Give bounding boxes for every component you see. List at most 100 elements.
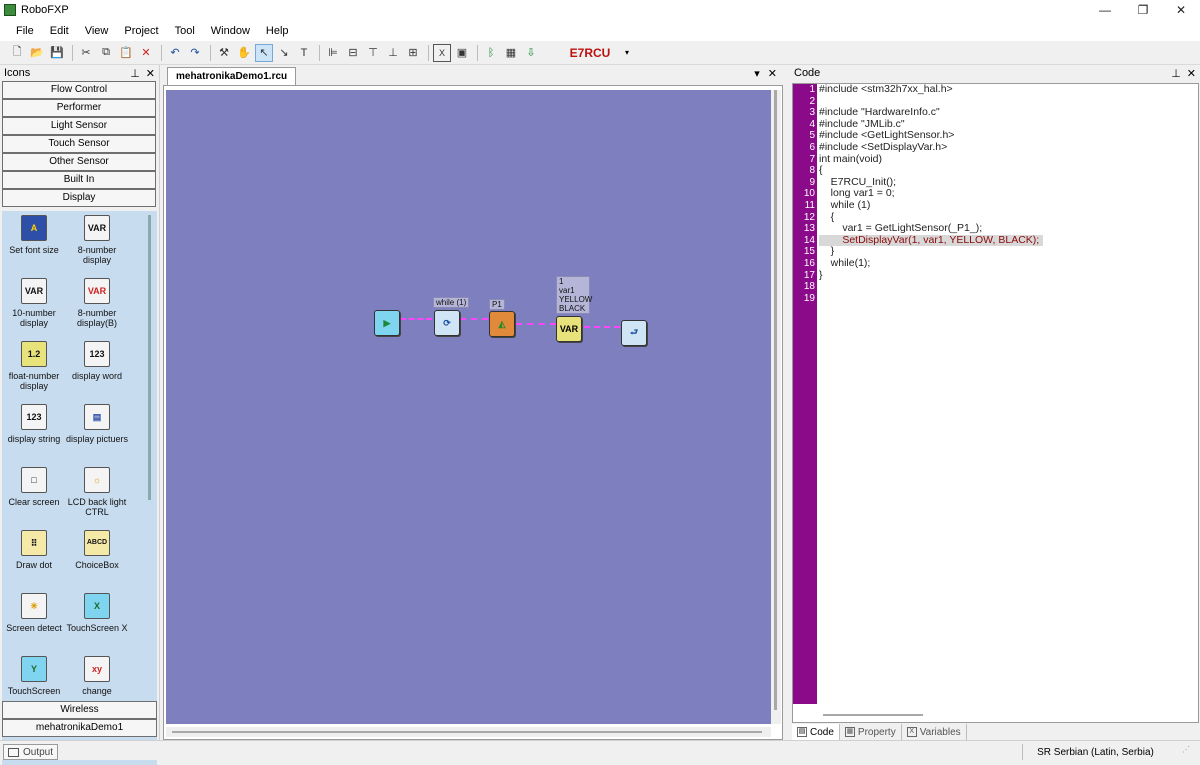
tab-mehatronikademo1[interactable]: mehatronikaDemo1.rcu (167, 67, 297, 85)
tab-list-arrow-icon[interactable]: ▾ (754, 67, 760, 80)
start-node[interactable]: ▶ (374, 310, 400, 336)
save-icon[interactable]: 💾 (48, 44, 66, 62)
touchscreen-x-icon: X (84, 593, 110, 619)
tab-property[interactable]: ▦ Property (840, 724, 902, 740)
code-lines: 1 #include <stm32h7xx_hal.h> 2 3 #include "H… (793, 83, 1198, 304)
target-device-select[interactable]: E7RCU (560, 46, 620, 60)
language-indicator[interactable]: SR Serbian (Latin, Serbia) (1022, 744, 1168, 760)
icon-label: display pictuers (65, 434, 129, 444)
sensor-port-label: P1 (489, 299, 505, 310)
icon-screen-detect[interactable]: ✳ Screen detect (2, 593, 66, 633)
icon-set-font-size[interactable]: A Set font size (2, 215, 66, 255)
close-document-icon[interactable]: ✕ (768, 67, 777, 80)
light-sensor-node[interactable]: ◭ (489, 311, 515, 337)
new-file-icon[interactable]: 🗋 (8, 44, 26, 62)
app-icon (4, 4, 16, 16)
category-light-sensor[interactable]: Light Sensor (2, 117, 156, 135)
align-bottom-icon[interactable]: ⊥ (384, 44, 402, 62)
menu-tool[interactable]: Tool (167, 25, 203, 37)
menu-edit[interactable]: Edit (42, 25, 77, 37)
paste-icon[interactable]: 📋 (117, 44, 135, 62)
icon-lcd-backlight[interactable]: ☼ LCD back light CTRL (65, 467, 129, 517)
image-icon[interactable]: ▣ (453, 44, 471, 62)
menu-file[interactable]: File (8, 25, 42, 37)
icon-clear-screen[interactable]: □ Clear screen (2, 467, 66, 507)
line-number: 4 (809, 118, 815, 130)
close-window-button[interactable]: ✕ (1162, 0, 1200, 20)
align-center-icon[interactable]: ⊟ (344, 44, 362, 62)
category-mehatronikademo1[interactable]: mehatronikaDemo1 (2, 719, 157, 737)
pin-icon[interactable]: ⊥ (130, 67, 140, 80)
chip-icon[interactable]: ▦ (502, 44, 520, 62)
code-horizontal-scrollbar[interactable] (823, 714, 923, 716)
delete-icon[interactable]: ✕ (137, 44, 155, 62)
menu-project[interactable]: Project (116, 25, 166, 37)
code-editor[interactable]: 1 #include <stm32h7xx_hal.h> 2 3 #include "H… (792, 83, 1199, 723)
copy-icon[interactable]: ⧉ (97, 44, 115, 62)
menu-help[interactable]: Help (258, 25, 297, 37)
canvas-horizontal-scrollbar[interactable] (166, 727, 771, 737)
icon-display-string[interactable]: 123 display string (2, 404, 66, 444)
tab-code[interactable]: ▤ Code (792, 724, 840, 740)
chevron-down-icon[interactable]: ▾ (620, 45, 634, 61)
canvas-vertical-scrollbar[interactable] (771, 90, 781, 724)
close-icon[interactable]: ✕ (146, 67, 155, 80)
tools-icon[interactable]: ⚒ (215, 44, 233, 62)
icon-label: 8-number display (77, 245, 117, 265)
display-var-node[interactable]: VAR (556, 316, 582, 342)
grid-icon[interactable]: ⊞ (404, 44, 422, 62)
icon-8-number-display-b[interactable]: VAR 8-number display(B) (65, 278, 129, 328)
category-wireless[interactable]: Wireless (2, 701, 157, 719)
scroll-thumb[interactable] (172, 731, 762, 733)
flowchart-canvas[interactable]: ▶ while (1) ⟳ P1 ◭ 1 var1 YELLOW BLACK V… (166, 90, 771, 724)
icon-float-number-display[interactable]: 1.2 float-number display (2, 341, 66, 391)
redo-icon[interactable]: ↷ (186, 44, 204, 62)
cut-icon[interactable]: ✂ (77, 44, 95, 62)
scroll-thumb[interactable] (774, 90, 777, 710)
while-loop-node[interactable]: ⟳ (434, 310, 460, 336)
hand-icon[interactable]: ✋ (235, 44, 253, 62)
icon-8-number-display[interactable]: VAR 8-number display (65, 215, 129, 265)
align-top-icon[interactable]: ⊤ (364, 44, 382, 62)
connection-wire (460, 318, 488, 320)
variable-icon[interactable]: X (433, 43, 451, 62)
category-other-sensor[interactable]: Other Sensor (2, 153, 156, 171)
category-built-in[interactable]: Built In (2, 171, 156, 189)
pin-icon[interactable]: ⊥ (1171, 67, 1181, 80)
undo-icon[interactable]: ↶ (166, 44, 184, 62)
tab-variables[interactable]: X Variables (902, 724, 967, 740)
icon-choicebox[interactable]: ABCD ChoiceBox (65, 530, 129, 570)
text-icon[interactable]: T (295, 44, 313, 62)
icon-grid-scrollbar[interactable] (148, 215, 151, 500)
close-icon[interactable]: ✕ (1187, 67, 1196, 80)
category-performer[interactable]: Performer (2, 99, 156, 117)
category-flow-control[interactable]: Flow Control (2, 81, 156, 99)
menu-window[interactable]: Window (203, 25, 258, 37)
icon-touchscreen-x[interactable]: X TouchScreen X (65, 593, 129, 633)
tab-label: Code (810, 726, 834, 738)
icon-label: LCD back light CTRL (67, 497, 127, 517)
icon-draw-dot[interactable]: ⠿ Draw dot (2, 530, 66, 570)
icon-display-pictures[interactable]: ▤ display pictuers (65, 404, 129, 444)
loop-end-node[interactable]: ⮐ (621, 320, 647, 346)
connect-icon[interactable]: ↘ (275, 44, 293, 62)
menu-view[interactable]: View (77, 25, 117, 37)
choicebox-icon: ABCD (84, 530, 110, 556)
resize-grip-icon[interactable]: ⋰ (1182, 745, 1190, 754)
icon-display-word[interactable]: 123 display word (65, 341, 129, 381)
minimize-button[interactable]: — (1086, 0, 1124, 20)
align-left-icon[interactable]: ⊫ (324, 44, 342, 62)
open-folder-icon[interactable]: 📂 (28, 44, 46, 62)
category-touch-sensor[interactable]: Touch Sensor (2, 135, 156, 153)
param-line: BLACK (559, 304, 586, 313)
icon-10-number-display[interactable]: VAR 10-number display (2, 278, 66, 328)
code-text: { (819, 164, 823, 177)
icon-change[interactable]: xy change (65, 656, 129, 696)
icon-touchscreen-y[interactable]: Y TouchScreen (2, 656, 66, 696)
pointer-icon[interactable]: ↖ (255, 43, 273, 62)
restore-button[interactable]: ❐ (1124, 0, 1162, 20)
output-tab[interactable]: Output (3, 744, 59, 760)
bluetooth-icon[interactable]: ᛒ (482, 44, 500, 62)
category-display[interactable]: Display (2, 189, 156, 207)
download-icon[interactable]: ⇩ (522, 44, 540, 62)
